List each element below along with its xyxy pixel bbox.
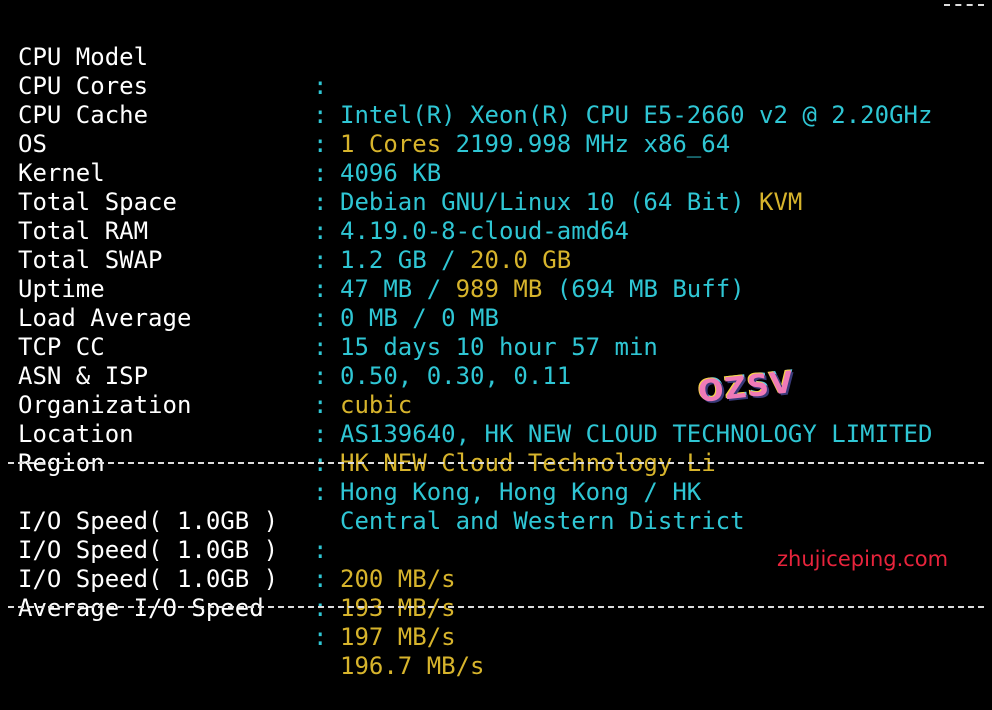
- top-dashed-divider: [944, 4, 984, 6]
- row-value: 1.2 GB / 20.0 GB: [340, 246, 572, 274]
- info-row-os: OS : Debian GNU/Linux 10 (64 Bit) KVM: [0, 101, 802, 216]
- terminal-window: CPU Model : Intel(R) Xeon(R) CPU E5-2660…: [0, 0, 992, 680]
- row-colon: :: [313, 188, 328, 216]
- info-row-organization: Organization : HK NEW Cloud Technology L…: [0, 362, 716, 477]
- row-value: 4.19.0-8-cloud-amd64: [340, 217, 629, 245]
- row-value: 193 MB/s: [340, 594, 456, 622]
- row-colon: :: [313, 217, 328, 245]
- row-value: Central and Western District: [340, 507, 745, 535]
- info-row-kernel: Kernel : 4.19.0-8-cloud-amd64: [0, 130, 629, 245]
- dashed-divider: [8, 462, 984, 464]
- row-colon: :: [313, 275, 328, 303]
- row-colon: :: [313, 594, 328, 622]
- row-colon: :: [313, 623, 328, 651]
- row-colon: :: [313, 101, 328, 129]
- row-colon: :: [313, 159, 328, 187]
- info-row-location: Location : Hong Kong, Hong Kong / HK: [0, 391, 701, 506]
- info-row-cpu-cores: CPU Cores : 1 Cores 2199.998 MHz x86_64: [0, 43, 730, 158]
- row-colon: :: [313, 304, 328, 332]
- info-row-uptime: Uptime : 15 days 10 hour 57 min: [0, 246, 658, 361]
- io-row-speed-3: I/O Speed( 1.0GB ) : 197 MB/s: [0, 536, 456, 651]
- row-value: 0.50, 0.30, 0.11: [340, 362, 572, 390]
- row-value: Intel(R) Xeon(R) CPU E5-2660 v2 @ 2.20GH…: [340, 101, 933, 129]
- row-colon: :: [313, 478, 328, 506]
- info-row-total-swap: Total SWAP : 0 MB / 0 MB: [0, 217, 499, 332]
- row-value: 4096 KB: [340, 159, 442, 187]
- bottom-dashed-divider: [8, 606, 984, 608]
- row-value: cubic: [340, 391, 413, 419]
- row-value: AS139640, HK NEW CLOUD TECHNOLOGY LIMITE…: [340, 420, 933, 448]
- ozsv-watermark-logo: OZSV: [696, 365, 796, 410]
- row-value: Hong Kong, Hong Kong / HK: [340, 478, 702, 506]
- row-colon: :: [313, 391, 328, 419]
- row-value: 15 days 10 hour 57 min: [340, 333, 658, 361]
- row-value: Debian GNU/Linux 10 (64 Bit) KVM: [340, 188, 803, 216]
- info-row-cpu-cache: CPU Cache : 4096 KB: [0, 72, 441, 187]
- row-value: 1 Cores 2199.998 MHz x86_64: [340, 130, 731, 158]
- info-row-load-average: Load Average : 0.50, 0.30, 0.11: [0, 275, 571, 390]
- info-row-tcp-cc: TCP CC : cubic: [0, 304, 412, 419]
- row-colon: :: [313, 362, 328, 390]
- row-value: 196.7 MB/s: [340, 652, 485, 680]
- row-label: Average I/O Speed: [18, 594, 264, 622]
- info-row-total-ram: Total RAM : 47 MB / 989 MB (694 MB Buff): [0, 188, 745, 303]
- row-colon: :: [313, 536, 328, 564]
- io-row-average: Average I/O Speed : 196.7 MB/s: [0, 565, 485, 680]
- io-row-speed-1: I/O Speed( 1.0GB ) : 200 MB/s: [0, 478, 456, 593]
- row-colon: :: [313, 130, 328, 158]
- row-colon: :: [313, 333, 328, 361]
- io-row-speed-2: I/O Speed( 1.0GB ) : 193 MB/s: [0, 507, 456, 622]
- row-colon: :: [313, 246, 328, 274]
- row-value: 0 MB / 0 MB: [340, 304, 499, 332]
- info-row-total-space: Total Space : 1.2 GB / 20.0 GB: [0, 159, 571, 274]
- site-watermark-text: zhujiceping.com: [777, 547, 949, 571]
- row-colon: :: [313, 565, 328, 593]
- row-value: 197 MB/s: [340, 623, 456, 651]
- info-row-cpu-model: CPU Model : Intel(R) Xeon(R) CPU E5-2660…: [0, 14, 932, 129]
- info-row-asn-isp: ASN & ISP : AS139640, HK NEW CLOUD TECHN…: [0, 333, 932, 448]
- row-value: 200 MB/s: [340, 565, 456, 593]
- info-row-region: Region : Central and Western District: [0, 420, 745, 535]
- row-colon: :: [313, 420, 328, 448]
- row-colon: :: [313, 72, 328, 100]
- row-value: 47 MB / 989 MB (694 MB Buff): [340, 275, 745, 303]
